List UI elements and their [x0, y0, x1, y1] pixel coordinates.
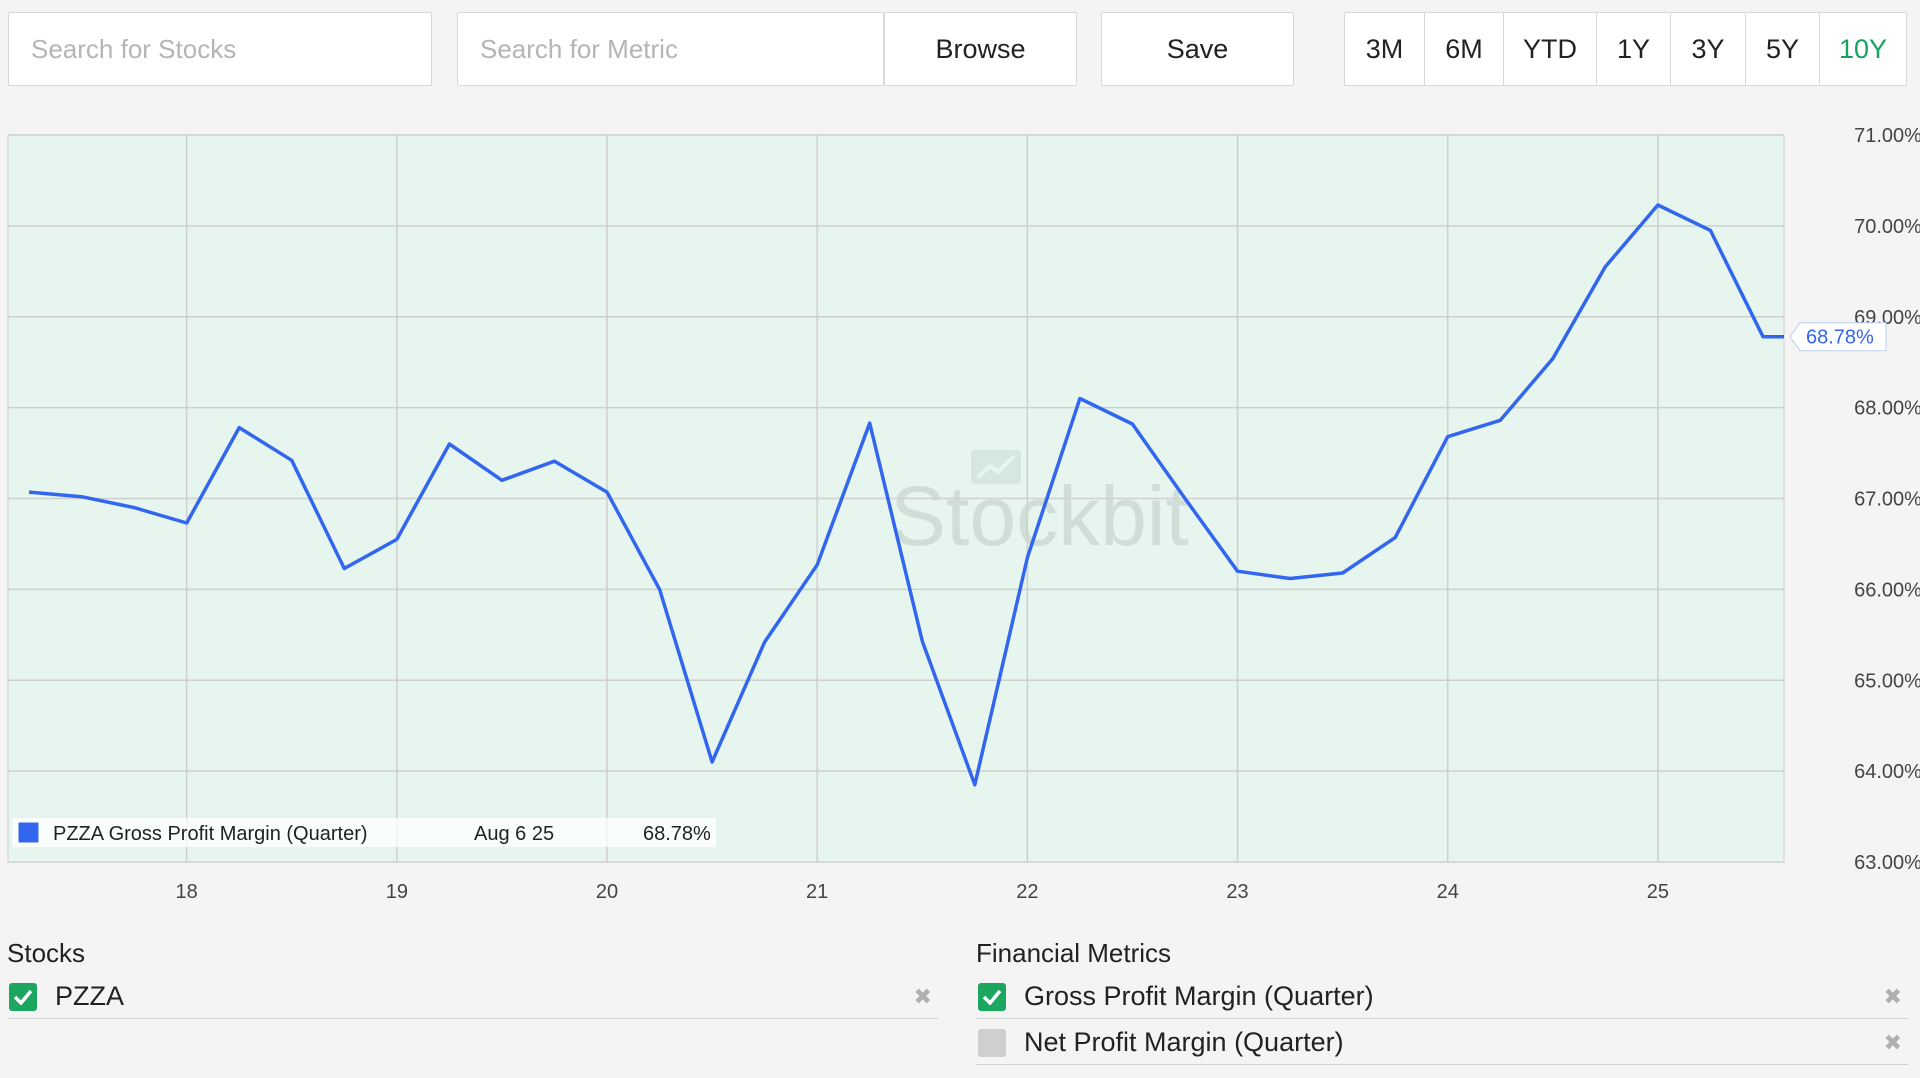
x-tick-label: 22: [1016, 881, 1038, 903]
y-tick-label: 66.00%: [1854, 579, 1920, 601]
metric-checkbox-gross[interactable]: [978, 982, 1006, 1011]
y-tick-label: 65.00%: [1854, 670, 1920, 692]
checkmark-icon: [13, 989, 33, 1005]
stock-label: PZZA: [55, 981, 125, 1011]
checkmark-icon: [982, 989, 1002, 1005]
x-tick-label: 24: [1437, 881, 1459, 903]
x-tick-label: 23: [1226, 881, 1248, 903]
metric-checkbox-net[interactable]: [978, 1028, 1006, 1057]
line-chart[interactable]: Stockbit 71.00%70.00%69.00%68.00%67.00%6…: [0, 0, 1920, 920]
remove-metric-gross-icon[interactable]: ✖: [1884, 984, 1902, 1010]
stock-row-pzza: PZZA ✖: [7, 975, 938, 1019]
x-tick-label: 21: [806, 881, 828, 903]
tooltip-value: 68.78%: [643, 823, 711, 845]
y-tick-label: 64.00%: [1854, 761, 1920, 783]
y-tick-label: 63.00%: [1854, 852, 1920, 874]
y-tick-label: 67.00%: [1854, 489, 1920, 511]
metric-label-gross: Gross Profit Margin (Quarter): [1024, 981, 1374, 1011]
x-tick-label: 20: [596, 881, 618, 903]
chart-tooltip: PZZA Gross Profit Margin (Quarter) Aug 6…: [12, 818, 716, 847]
y-tick-label: 70.00%: [1854, 216, 1920, 238]
stocks-section-title: Stocks: [7, 938, 86, 968]
y-tick-label: 71.00%: [1854, 125, 1920, 147]
x-tick-label: 18: [176, 881, 198, 903]
remove-metric-net-icon[interactable]: ✖: [1884, 1030, 1902, 1056]
tooltip-date: Aug 6 25: [474, 823, 554, 845]
metric-row-gross-profit-margin: Gross Profit Margin (Quarter) ✖: [976, 975, 1908, 1019]
last-value-label: 68.78%: [1806, 327, 1874, 349]
y-tick-label: 68.00%: [1854, 398, 1920, 420]
last-value-flag: 68.78%: [1789, 322, 1887, 352]
series-color-swatch: [17, 821, 40, 844]
metrics-section-title: Financial Metrics: [976, 938, 1172, 968]
tooltip-series-name: PZZA Gross Profit Margin (Quarter): [53, 823, 368, 845]
metric-row-net-profit-margin: Net Profit Margin (Quarter) ✖: [976, 1021, 1908, 1065]
stock-checkbox[interactable]: [9, 982, 37, 1011]
remove-stock-icon[interactable]: ✖: [914, 984, 932, 1010]
x-tick-label: 19: [386, 881, 408, 903]
metric-label-net: Net Profit Margin (Quarter): [1024, 1027, 1344, 1057]
x-tick-label: 25: [1647, 881, 1669, 903]
